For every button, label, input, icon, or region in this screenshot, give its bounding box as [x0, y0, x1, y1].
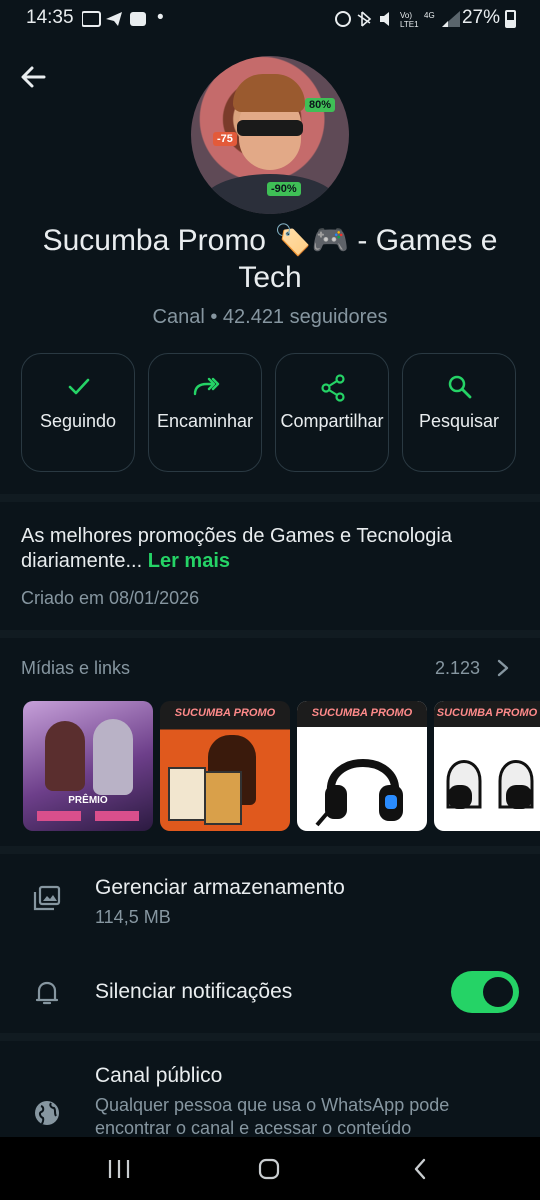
status-dot: • — [157, 7, 164, 28]
avatar-tag: -75 — [213, 132, 237, 146]
public-channel-row[interactable]: Canal público Qualquer pessoa que usa o … — [0, 1050, 540, 1137]
search-button[interactable]: Pesquisar — [402, 353, 516, 472]
home-button[interactable] — [257, 1157, 281, 1186]
channel-avatar[interactable]: 80% -75 -90% — [191, 56, 349, 214]
media-thumb[interactable]: SUCUMBA PROMO — [160, 701, 290, 831]
avatar-hair — [233, 74, 305, 112]
arrow-left-icon — [21, 66, 46, 88]
status-bar: 14:35 • Vo) LTE1 4G 27% — [0, 0, 540, 40]
thumb-caption: SUCUMBA PROMO — [174, 707, 276, 719]
svg-text:LTE1: LTE1 — [400, 20, 419, 29]
earbuds-image — [446, 760, 534, 809]
status-time: 14:35 — [26, 7, 74, 28]
action-label: Compartilhar — [280, 411, 384, 431]
bell-icon — [32, 978, 62, 1008]
media-count[interactable]: 2.123 — [435, 658, 480, 679]
channel-description: As melhores promoções de Games e Tecnolo… — [21, 524, 521, 574]
mute-title: Silenciar notificações — [95, 980, 293, 1003]
svg-text:4G: 4G — [424, 11, 435, 20]
toggle-knob — [483, 977, 513, 1007]
media-section-title: Mídias e links — [21, 658, 131, 678]
following-button[interactable]: Seguindo — [21, 353, 135, 472]
avatar-tag: 80% — [305, 98, 336, 112]
channel-meta: Canal • 42.421 seguidores — [152, 306, 388, 328]
back-button[interactable] — [18, 62, 48, 92]
description-text: As melhores promoções de Games e Tecnolo… — [21, 525, 452, 572]
section-divider — [0, 494, 540, 502]
avatar-tag: -90% — [267, 182, 301, 196]
storage-size: 114,5 MB — [95, 907, 171, 927]
thumb-figure — [45, 721, 85, 791]
media-thumb[interactable]: SUCUMBA PROMO — [297, 701, 427, 831]
battery-icon — [505, 10, 516, 28]
system-icons: Vo) LTE1 4G — [334, 9, 464, 34]
thumb-caption: SUCUMBA PROMO — [311, 707, 413, 719]
thumb-card — [168, 767, 206, 821]
recent-apps-button[interactable] — [107, 1158, 131, 1185]
mute-toggle[interactable] — [451, 971, 519, 1013]
public-channel-title: Canal público — [95, 1064, 223, 1087]
section-divider — [0, 846, 540, 854]
forward-icon — [193, 377, 220, 396]
thumb-caption: SUCUMBA PROMO — [436, 707, 538, 719]
channel-name: Sucumba Promo 🏷️🎮 - Games e Tech — [42, 224, 498, 294]
public-channel-description: Qualquer pessoa que usa o WhatsApp pode … — [95, 1095, 450, 1137]
forward-button[interactable]: Encaminhar — [148, 353, 262, 472]
avatar-glasses — [237, 120, 303, 136]
thumb-figure — [93, 719, 133, 795]
media-thumb[interactable]: SUCUMBA PROMO — [434, 701, 540, 831]
media-thumb[interactable]: PRÊMIO — [23, 701, 153, 831]
battery-percent: 27% — [461, 7, 500, 28]
section-divider — [0, 1033, 540, 1041]
storage-title: Gerenciar armazenamento — [95, 876, 345, 899]
storage-icon — [32, 884, 62, 914]
search-icon — [448, 375, 472, 399]
action-label: Encaminhar — [156, 411, 254, 431]
notification-icons — [81, 9, 150, 34]
chevron-right-icon[interactable] — [496, 658, 510, 678]
nav-back-button[interactable] — [412, 1157, 428, 1186]
recent-apps-icon — [108, 1160, 130, 1178]
back-chevron-icon — [414, 1158, 426, 1180]
section-divider — [0, 630, 540, 638]
headset-image — [315, 759, 403, 827]
share-button[interactable]: Compartilhar — [275, 353, 389, 472]
svg-text:Vo): Vo) — [400, 11, 412, 20]
action-label: Seguindo — [39, 411, 117, 431]
created-date: Criado em 08/01/2026 — [21, 588, 200, 608]
share-icon — [321, 374, 345, 402]
home-icon — [258, 1158, 280, 1180]
thumb-card — [204, 771, 242, 825]
check-icon — [68, 378, 90, 395]
read-more-link[interactable]: Ler mais — [148, 550, 230, 572]
action-label: Pesquisar — [418, 411, 500, 431]
manage-storage-row[interactable]: Gerenciar armazenamento 114,5 MB — [0, 862, 540, 938]
thumb-badge — [95, 811, 139, 821]
globe-icon — [32, 1098, 62, 1128]
system-nav-bar — [0, 1137, 540, 1200]
thumb-caption: PRÊMIO — [68, 795, 108, 806]
thumb-badge — [37, 811, 81, 821]
